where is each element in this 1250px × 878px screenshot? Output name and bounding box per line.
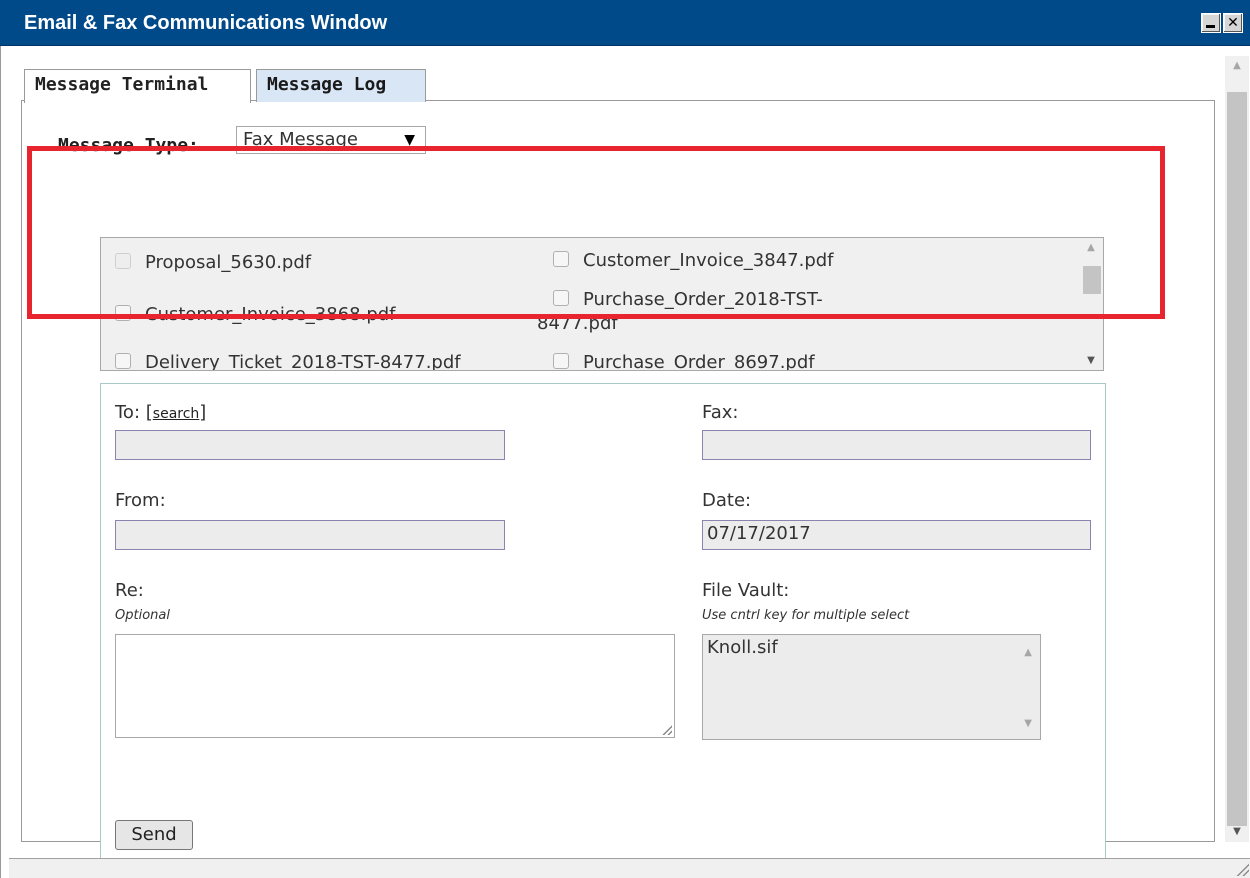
search-link-wrap: [search] — [146, 402, 207, 423]
resize-handle-icon[interactable] — [662, 725, 672, 735]
bracket-close: ] — [199, 402, 207, 423]
file-vault-label: File Vault: — [702, 580, 790, 601]
close-icon: ✕ — [1227, 15, 1239, 31]
fax-form: To: [search] Fax: From: Date: 07/17/2017… — [100, 383, 1106, 865]
re-textarea[interactable] — [115, 634, 675, 738]
re-hint: Optional — [115, 608, 170, 623]
scroll-up-icon[interactable]: ▲ — [1024, 647, 1032, 658]
attachment-name: Proposal_5630.pdf — [145, 252, 312, 273]
attachment-checkbox[interactable] — [115, 305, 131, 321]
file-vault-item[interactable]: Knoll.sif — [707, 637, 778, 658]
attachment-name-line2: 8477.pdf — [537, 313, 618, 334]
attachment-checkbox[interactable] — [115, 253, 131, 269]
window-scrollbar[interactable]: ▲ ▼ — [1225, 56, 1249, 842]
attachment-item[interactable]: Proposal_5630.pdf — [115, 252, 311, 273]
resize-grip-icon[interactable] — [1235, 862, 1249, 876]
attachment-name-line1: Purchase_Order_2018-TST- — [583, 289, 823, 310]
window-body: ▲ ▼ Message Terminal Message Log Message… — [0, 46, 1250, 878]
window-footer — [9, 858, 1250, 878]
attachment-item[interactable]: Customer_Invoice_3868.pdf — [115, 304, 396, 325]
date-label: Date: — [702, 490, 752, 511]
attachment-item[interactable]: Purchase_Order_2018-TST- 8477.pdf — [537, 288, 823, 336]
attachment-checkbox[interactable] — [553, 353, 569, 369]
minimize-button[interactable] — [1201, 13, 1221, 33]
tab-message-terminal[interactable]: Message Terminal — [24, 69, 251, 103]
scrollbar-thumb[interactable] — [1083, 266, 1101, 294]
attachment-scrollbar[interactable]: ▲ ▼ — [1079, 238, 1103, 370]
close-button[interactable]: ✕ — [1223, 13, 1243, 33]
to-field[interactable] — [115, 430, 505, 460]
date-field[interactable]: 07/17/2017 — [702, 520, 1091, 550]
fax-label: Fax: — [702, 402, 739, 423]
attachment-list[interactable]: Proposal_5630.pdf Customer_Invoice_3847.… — [100, 237, 1104, 371]
attachment-item[interactable]: Customer_Invoice_3847.pdf — [553, 250, 834, 271]
message-type-label: Message Type: — [58, 135, 199, 156]
tab-message-log[interactable]: Message Log — [256, 69, 426, 102]
window-title: Email & Fax Communications Window — [24, 12, 388, 34]
message-type-value: Fax Message — [243, 129, 358, 150]
scroll-down-icon[interactable]: ▼ — [1225, 822, 1249, 842]
window-titlebar: Email & Fax Communications Window ✕ — [0, 0, 1250, 46]
scrollbar-thumb[interactable] — [1227, 92, 1247, 826]
scroll-up-icon[interactable]: ▲ — [1225, 56, 1249, 76]
scroll-down-icon[interactable]: ▼ — [1024, 718, 1032, 729]
search-link[interactable]: search — [153, 406, 200, 422]
scroll-up-icon[interactable]: ▲ — [1079, 242, 1103, 253]
attachment-item[interactable]: Purchase_Order_8697.pdf — [553, 352, 815, 371]
file-vault-list[interactable]: Knoll.sif ▲ ▼ — [702, 634, 1041, 740]
from-field[interactable] — [115, 520, 505, 550]
to-label: To: [search] — [115, 402, 206, 423]
file-vault-hint: Use cntrl key for multiple select — [702, 608, 910, 623]
message-type-select[interactable]: Fax Message ▼ — [236, 126, 426, 154]
fax-field[interactable] — [702, 430, 1091, 460]
re-label: Re: — [115, 580, 144, 601]
attachment-checkbox[interactable] — [115, 353, 131, 369]
attachment-checkbox[interactable] — [553, 251, 569, 267]
attachment-checkbox[interactable] — [553, 290, 569, 306]
message-panel: Message Terminal Message Log Message Typ… — [21, 69, 1215, 865]
attachment-name: Purchase_Order_8697.pdf — [583, 352, 815, 371]
send-button[interactable]: Send — [115, 820, 193, 850]
chevron-down-icon: ▼ — [404, 132, 415, 148]
minimize-icon — [1206, 25, 1215, 28]
from-label: From: — [115, 490, 166, 511]
attachment-item[interactable]: Delivery_Ticket_2018-TST-8477.pdf — [115, 352, 461, 371]
attachment-name: Delivery_Ticket_2018-TST-8477.pdf — [145, 352, 461, 371]
attachment-name: Customer_Invoice_3847.pdf — [583, 250, 834, 271]
attachment-name: Customer_Invoice_3868.pdf — [145, 304, 396, 325]
bracket-open: [ — [145, 402, 153, 423]
to-label-text: To: — [115, 402, 141, 423]
scroll-down-icon[interactable]: ▼ — [1079, 355, 1103, 366]
